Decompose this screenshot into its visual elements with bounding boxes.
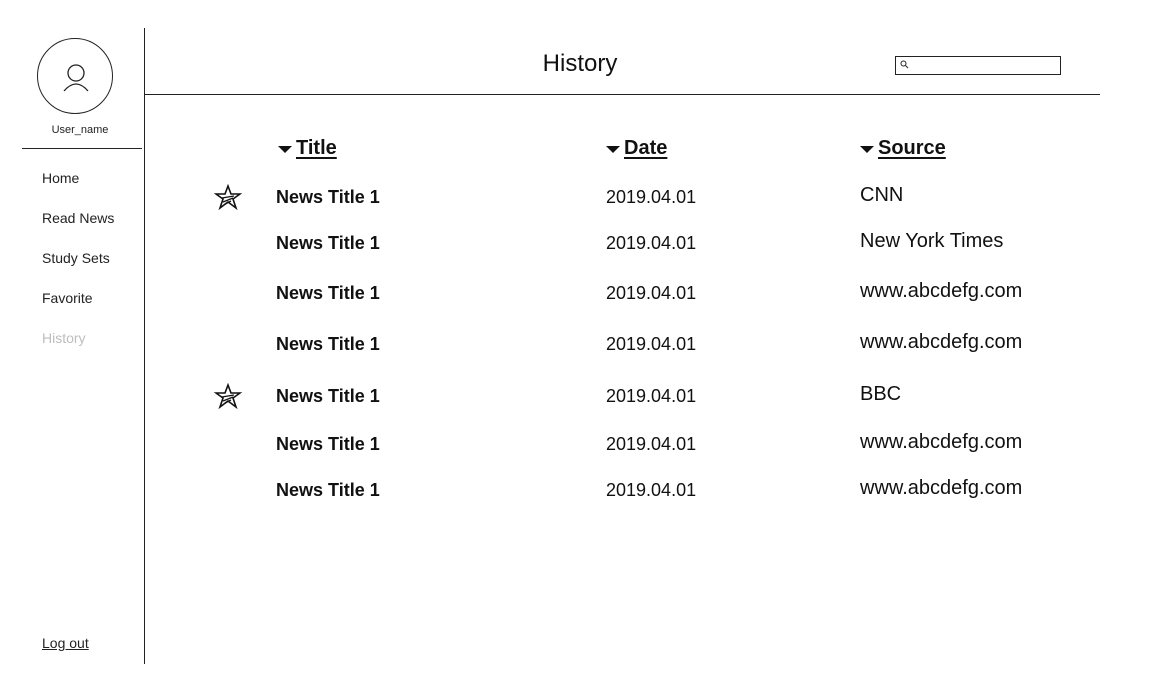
row-title: News Title 1 bbox=[276, 386, 380, 406]
avatar[interactable] bbox=[37, 38, 113, 114]
nav-item-home[interactable]: Home bbox=[42, 170, 79, 186]
column-header-label: Date bbox=[624, 137, 668, 159]
sidebar-divider bbox=[144, 28, 145, 664]
logout-link[interactable]: Log out bbox=[42, 635, 89, 651]
sidebar: User_name Home Read News Study Sets Favo… bbox=[0, 0, 145, 700]
row-date: 2019.04.01 bbox=[606, 233, 697, 253]
column-header-date[interactable]: Date bbox=[606, 137, 667, 160]
column-header-label: Title bbox=[296, 137, 337, 159]
table-row[interactable]: News Title 1 2019.04.01 www.abcdefg.com bbox=[200, 279, 1080, 311]
user-icon bbox=[63, 64, 89, 92]
column-header-label: Source bbox=[878, 137, 946, 159]
search-input[interactable] bbox=[912, 58, 1052, 72]
header-divider bbox=[145, 94, 1100, 95]
row-title: News Title 1 bbox=[276, 434, 380, 454]
row-title: News Title 1 bbox=[276, 334, 380, 354]
column-header-source[interactable]: Source bbox=[860, 137, 946, 160]
username: User_name bbox=[51, 124, 109, 136]
row-source: www.abcdefg.com bbox=[860, 431, 1023, 453]
row-source: www.abcdefg.com bbox=[860, 477, 1023, 499]
nav-item-study-sets[interactable]: Study Sets bbox=[42, 250, 110, 266]
search-box[interactable] bbox=[895, 56, 1061, 75]
row-date: 2019.04.01 bbox=[606, 334, 697, 354]
row-source: New York Times bbox=[860, 230, 1004, 252]
row-date: 2019.04.01 bbox=[606, 386, 697, 406]
star-icon[interactable] bbox=[214, 383, 242, 409]
table-row[interactable]: News Title 1 2019.04.01 www.abcdefg.com bbox=[200, 430, 1080, 462]
page-title: History bbox=[542, 50, 618, 77]
search-icon bbox=[900, 60, 909, 69]
table-row[interactable]: News Title 1 2019.04.01 www.abcdefg.com bbox=[200, 330, 1080, 362]
star-icon[interactable] bbox=[214, 184, 242, 210]
row-date: 2019.04.01 bbox=[606, 283, 697, 303]
row-date: 2019.04.01 bbox=[606, 434, 697, 454]
row-date: 2019.04.01 bbox=[606, 480, 697, 500]
row-title: News Title 1 bbox=[276, 187, 380, 207]
nav-item-favorite[interactable]: Favorite bbox=[42, 290, 93, 306]
row-title: News Title 1 bbox=[276, 480, 380, 500]
row-source: www.abcdefg.com bbox=[860, 331, 1023, 353]
row-date: 2019.04.01 bbox=[606, 187, 697, 207]
table-row[interactable]: News Title 1 2019.04.01 www.abcdefg.com bbox=[200, 476, 1080, 508]
divider bbox=[22, 148, 142, 149]
row-source: www.abcdefg.com bbox=[860, 280, 1023, 302]
caret-down-icon bbox=[278, 146, 292, 153]
column-header-title[interactable]: Title bbox=[278, 137, 337, 160]
nav-item-read-news[interactable]: Read News bbox=[42, 210, 114, 226]
row-title: News Title 1 bbox=[276, 283, 380, 303]
caret-down-icon bbox=[860, 146, 874, 153]
caret-down-icon bbox=[606, 146, 620, 153]
row-title: News Title 1 bbox=[276, 233, 380, 253]
row-source: CNN bbox=[860, 184, 904, 206]
table-row[interactable]: News Title 1 2019.04.01 BBC bbox=[200, 382, 1080, 414]
nav-item-history[interactable]: History bbox=[42, 330, 86, 346]
app-window: User_name Home Read News Study Sets Favo… bbox=[0, 0, 1152, 700]
table-row[interactable]: News Title 1 2019.04.01 CNN bbox=[200, 183, 1080, 215]
table-row[interactable]: News Title 1 2019.04.01 New York Times bbox=[200, 229, 1080, 261]
row-source: BBC bbox=[860, 383, 902, 405]
